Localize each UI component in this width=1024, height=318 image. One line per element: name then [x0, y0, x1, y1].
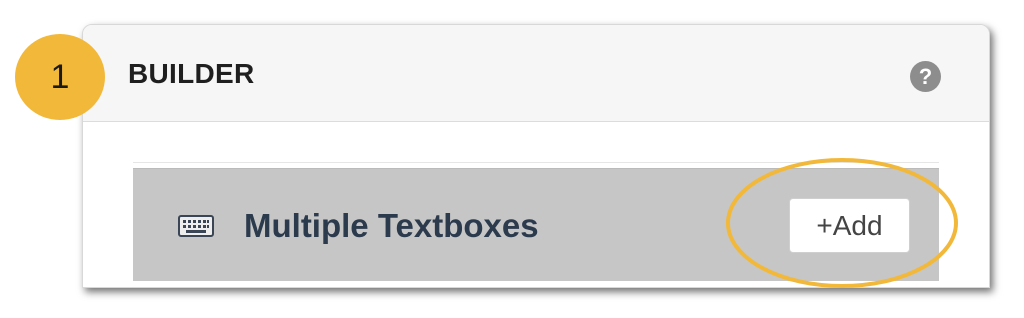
- step-number-badge: 1: [15, 34, 105, 120]
- keyboard-icon: [178, 215, 214, 237]
- help-icon[interactable]: ?: [910, 61, 941, 92]
- screenshot-stage: BUILDER ? Multiple Textboxes +Add 1: [0, 0, 1024, 318]
- builder-title: BUILDER: [128, 58, 255, 89]
- highlight-ellipse: [726, 158, 958, 288]
- element-label: Multiple Textboxes: [244, 207, 539, 244]
- builder-header: BUILDER ?: [83, 25, 989, 122]
